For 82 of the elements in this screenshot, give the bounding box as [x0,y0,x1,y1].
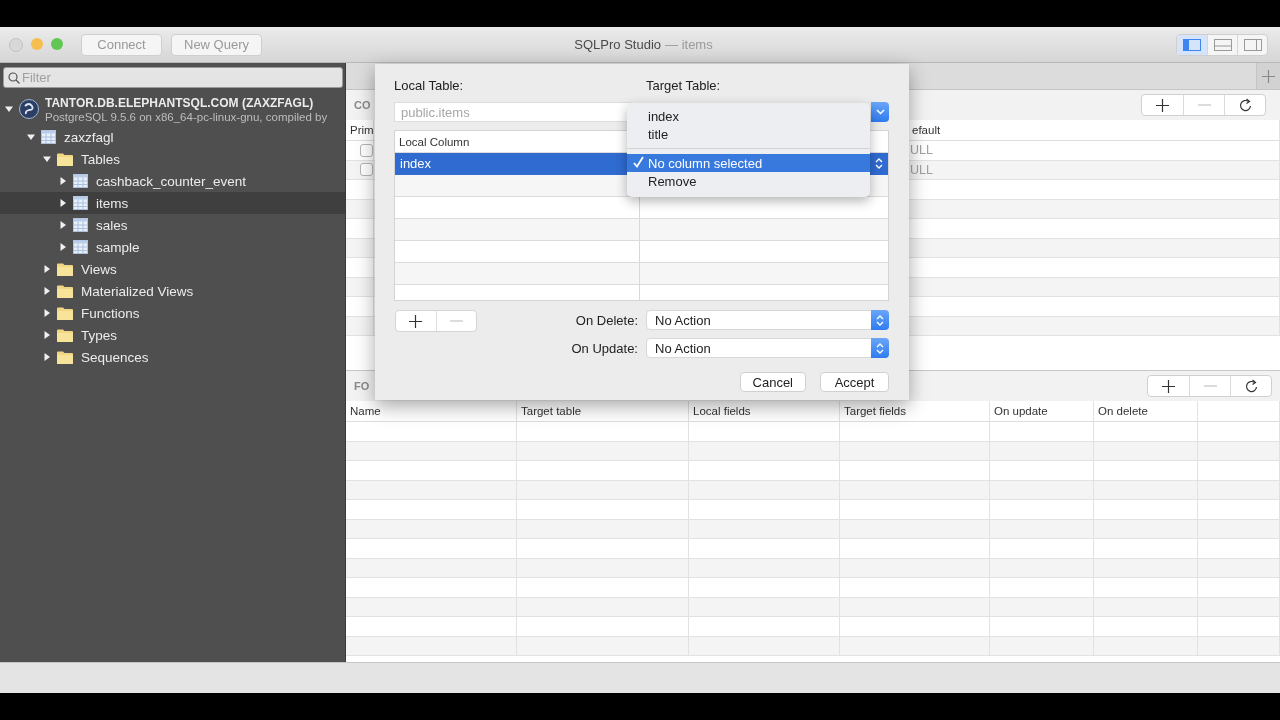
chevron-icon [875,109,885,115]
disclosure-triangle-icon[interactable] [43,353,51,361]
stepper-icon [875,157,883,170]
column-header: On delete [1094,401,1198,421]
view-toggle-button[interactable] [1177,34,1207,55]
checkbox[interactable] [360,163,373,177]
menu-item[interactable]: No column selected [627,154,870,172]
field-label: Target Table: [646,78,721,93]
tree-item[interactable]: Materialized Views [81,283,194,299]
table-icon [73,196,88,210]
on-delete-dropdown[interactable]: No Action [646,310,889,330]
tree-item[interactable]: Types [81,327,118,343]
column-header: Target table [517,401,689,421]
table-icon [73,174,88,188]
disclosure-triangle-icon[interactable] [43,287,51,295]
tree-item[interactable]: cashback_counter_event [96,173,247,189]
tree-item[interactable]: Tables [81,151,121,167]
minus-icon [449,320,463,322]
disclosure-triangle-icon[interactable] [5,105,13,113]
folder-icon [57,262,73,276]
section-title: FO [354,380,370,392]
column-header: On update [990,401,1094,421]
checkbox[interactable] [360,143,373,157]
section-title: CO [354,99,371,111]
plus-icon [1262,69,1275,83]
search-icon [8,72,20,84]
disclosure-triangle-icon[interactable] [27,133,35,141]
server-name[interactable]: TANTOR.DB.ELEPHANTSQL.COM (ZAXZFAGL) [45,95,328,110]
column-header: Name [346,401,517,421]
tree-item[interactable]: sample [96,239,140,255]
server-version: PostgreSQL 9.5.6 on x86_64-pc-linux-gnu, compiled by [45,110,328,123]
tree-item[interactable]: sales [96,217,128,233]
field-label: On Delete: [575,312,638,328]
table-icon [41,130,56,144]
field-label: Local Table: [394,78,465,93]
table-cell: ULL [910,143,933,158]
folder-icon [57,328,73,342]
document-name: — items [665,37,713,52]
column-header: Local Column [398,134,471,150]
tree-item[interactable]: Sequences [81,349,149,365]
database-server-icon [19,99,39,119]
disclosure-triangle-icon[interactable] [43,265,51,273]
dialog-button[interactable]: Accept [820,372,889,392]
column-header: Target fields [840,401,990,421]
tree-item[interactable]: Views [81,261,117,277]
column-header: Prim [346,120,374,140]
table-icon [73,240,88,254]
disclosure-triangle-icon[interactable] [43,309,51,317]
disclosure-triangle-icon[interactable] [59,199,67,207]
column-header: Local fields [689,401,840,421]
disclosure-triangle-icon[interactable] [59,243,67,251]
disclosure-triangle-icon[interactable] [43,331,51,339]
left-panel-icon [1183,38,1201,51]
plus-icon [1162,379,1175,393]
refresh-icon [1244,379,1258,393]
plus-icon [1156,98,1169,112]
dropdown-button[interactable] [871,102,889,122]
minus-icon [1203,385,1217,387]
tree-item[interactable]: items [96,195,129,211]
tree-item[interactable]: zaxzfagl [64,129,114,145]
field-label: On Update: [571,340,638,356]
refresh-icon [1238,98,1252,112]
plus-icon [409,314,423,328]
menu-item[interactable]: title [627,125,870,143]
dialog-button[interactable]: Cancel [739,372,806,392]
menu-item[interactable]: Remove [627,172,870,190]
table-icon [73,218,88,232]
minus-icon [1197,104,1211,106]
window-title: SQLPro Studio [574,37,662,52]
disclosure-triangle-icon[interactable] [59,177,67,185]
disclosure-triangle-icon[interactable] [43,155,51,163]
stepper-icon [876,341,884,355]
folder-icon [57,350,73,364]
disclosure-triangle-icon[interactable] [59,221,67,229]
tree-item[interactable]: Functions [81,305,140,321]
filter-field[interactable]: Filter [3,67,343,88]
folder-icon [57,152,73,166]
on-update-dropdown[interactable]: No Action [646,338,889,358]
stepper-icon [876,313,884,327]
folder-icon [57,284,73,298]
folder-icon [57,306,73,320]
table-cell: ULL [910,162,933,177]
